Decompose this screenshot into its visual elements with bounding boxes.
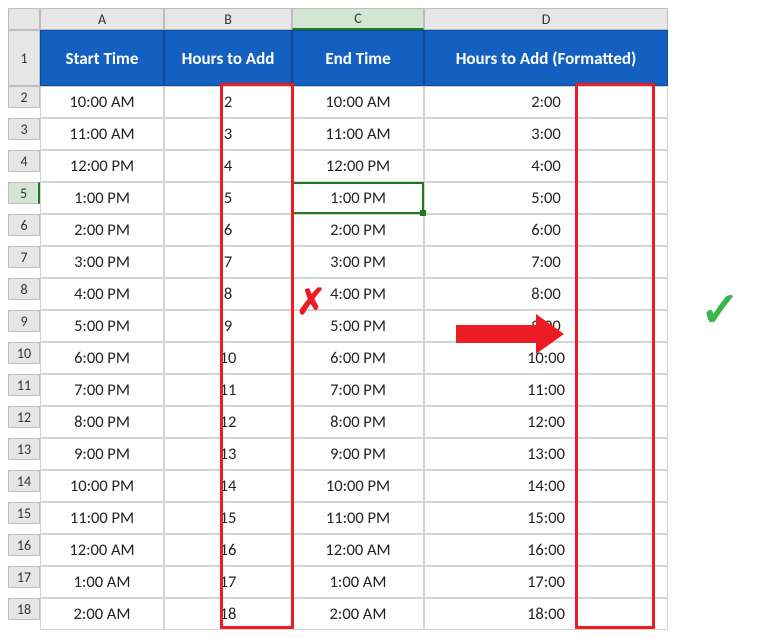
cell-C6[interactable]: 2:00 PM [292, 214, 424, 246]
cell-B3[interactable]: 3 [164, 118, 292, 150]
cell-D18[interactable]: 18:00 [424, 598, 668, 630]
cell-C4[interactable]: 12:00 PM [292, 150, 424, 182]
row-head-15[interactable]: 15 [8, 502, 40, 524]
cell-B16[interactable]: 16 [164, 534, 292, 566]
row-head-3[interactable]: 3 [8, 118, 40, 140]
cell-D11[interactable]: 11:00 [424, 374, 668, 406]
row-head-9[interactable]: 9 [8, 310, 40, 332]
cell-C5[interactable]: 1:00 PM [292, 182, 424, 214]
cell-D10[interactable]: 10:00 [424, 342, 668, 374]
cell-A4[interactable]: 12:00 PM [40, 150, 164, 182]
cell-A15[interactable]: 11:00 PM [40, 502, 164, 534]
cell-A14[interactable]: 10:00 PM [40, 470, 164, 502]
cell-C11[interactable]: 7:00 PM [292, 374, 424, 406]
cell-B9[interactable]: 9 [164, 310, 292, 342]
cell-C13[interactable]: 9:00 PM [292, 438, 424, 470]
cell-A8[interactable]: 4:00 PM [40, 278, 164, 310]
cell-A10[interactable]: 6:00 PM [40, 342, 164, 374]
header-D[interactable]: Hours to Add (Formatted) [424, 30, 668, 86]
cell-A5[interactable]: 1:00 PM [40, 182, 164, 214]
cell-B10[interactable]: 10 [164, 342, 292, 374]
cell-A9[interactable]: 5:00 PM [40, 310, 164, 342]
cell-D14[interactable]: 14:00 [424, 470, 668, 502]
row-head-12[interactable]: 12 [8, 406, 40, 428]
cell-C15[interactable]: 11:00 PM [292, 502, 424, 534]
cell-B7[interactable]: 7 [164, 246, 292, 278]
row-head-10[interactable]: 10 [8, 342, 40, 364]
cell-A16[interactable]: 12:00 AM [40, 534, 164, 566]
cell-A3[interactable]: 11:00 AM [40, 118, 164, 150]
cell-B12[interactable]: 12 [164, 406, 292, 438]
header-B[interactable]: Hours to Add [164, 30, 292, 86]
cell-B8[interactable]: 8 [164, 278, 292, 310]
cell-B4[interactable]: 4 [164, 150, 292, 182]
spreadsheet[interactable]: ABCD 1Start TimeHours to AddEnd TimeHours… [8, 8, 760, 630]
cell-D16[interactable]: 16:00 [424, 534, 668, 566]
cell-B17[interactable]: 17 [164, 566, 292, 598]
cell-C16[interactable]: 12:00 AM [292, 534, 424, 566]
row-head-5[interactable]: 5 [8, 182, 40, 204]
cell-A6[interactable]: 2:00 PM [40, 214, 164, 246]
col-head-A[interactable]: A [40, 8, 164, 30]
cell-A2[interactable]: 10:00 AM [40, 86, 164, 118]
cell-D9[interactable]: 9:00 [424, 310, 668, 342]
row-head-8[interactable]: 8 [8, 278, 40, 300]
cell-C12[interactable]: 8:00 PM [292, 406, 424, 438]
cell-A7[interactable]: 3:00 PM [40, 246, 164, 278]
row-head-13[interactable]: 13 [8, 438, 40, 460]
row-head-6[interactable]: 6 [8, 214, 40, 236]
row-head-18[interactable]: 18 [8, 598, 40, 620]
cell-D7[interactable]: 7:00 [424, 246, 668, 278]
cell-C14[interactable]: 10:00 PM [292, 470, 424, 502]
cell-B2[interactable]: 2 [164, 86, 292, 118]
cell-D13[interactable]: 13:00 [424, 438, 668, 470]
col-head-C[interactable]: C [292, 8, 424, 30]
cell-C7[interactable]: 3:00 PM [292, 246, 424, 278]
cell-B11[interactable]: 11 [164, 374, 292, 406]
cell-B6[interactable]: 6 [164, 214, 292, 246]
cell-B15[interactable]: 15 [164, 502, 292, 534]
cell-C8[interactable]: 4:00 PM [292, 278, 424, 310]
cell-A12[interactable]: 8:00 PM [40, 406, 164, 438]
cell-B14[interactable]: 14 [164, 470, 292, 502]
row-head-17[interactable]: 17 [8, 566, 40, 588]
cell-C9[interactable]: 5:00 PM [292, 310, 424, 342]
row-head-4[interactable]: 4 [8, 150, 40, 172]
row-head-11[interactable]: 11 [8, 374, 40, 396]
cell-C3[interactable]: 11:00 AM [292, 118, 424, 150]
cell-D6[interactable]: 6:00 [424, 214, 668, 246]
cell-D4[interactable]: 4:00 [424, 150, 668, 182]
row-head-1[interactable]: 1 [8, 30, 40, 86]
cell-A13[interactable]: 9:00 PM [40, 438, 164, 470]
cell-D17[interactable]: 17:00 [424, 566, 668, 598]
row-head-7[interactable]: 7 [8, 246, 40, 268]
row-head-16[interactable]: 16 [8, 534, 40, 556]
cell-D3[interactable]: 3:00 [424, 118, 668, 150]
cell-D15[interactable]: 15:00 [424, 502, 668, 534]
cell-C10[interactable]: 6:00 PM [292, 342, 424, 374]
cell-B5[interactable]: 5 [164, 182, 292, 214]
row-head-14[interactable]: 14 [8, 470, 40, 492]
cell-B13[interactable]: 13 [164, 438, 292, 470]
row-head-2[interactable]: 2 [8, 86, 40, 108]
cell-D2[interactable]: 2:00 [424, 86, 668, 118]
cell-A11[interactable]: 7:00 PM [40, 374, 164, 406]
cell-C18[interactable]: 2:00 AM [292, 598, 424, 630]
cell-D5[interactable]: 5:00 [424, 182, 668, 214]
cell-C17[interactable]: 1:00 AM [292, 566, 424, 598]
header-C[interactable]: End Time [292, 30, 424, 86]
cell-A17[interactable]: 1:00 AM [40, 566, 164, 598]
col-head-B[interactable]: B [164, 8, 292, 30]
select-all-corner[interactable] [8, 8, 40, 30]
cell-D8[interactable]: 8:00 [424, 278, 668, 310]
header-A[interactable]: Start Time [40, 30, 164, 86]
cell-B18[interactable]: 18 [164, 598, 292, 630]
cell-D12[interactable]: 12:00 [424, 406, 668, 438]
cell-C2[interactable]: 10:00 AM [292, 86, 424, 118]
col-head-D[interactable]: D [424, 8, 668, 30]
cell-A18[interactable]: 2:00 AM [40, 598, 164, 630]
